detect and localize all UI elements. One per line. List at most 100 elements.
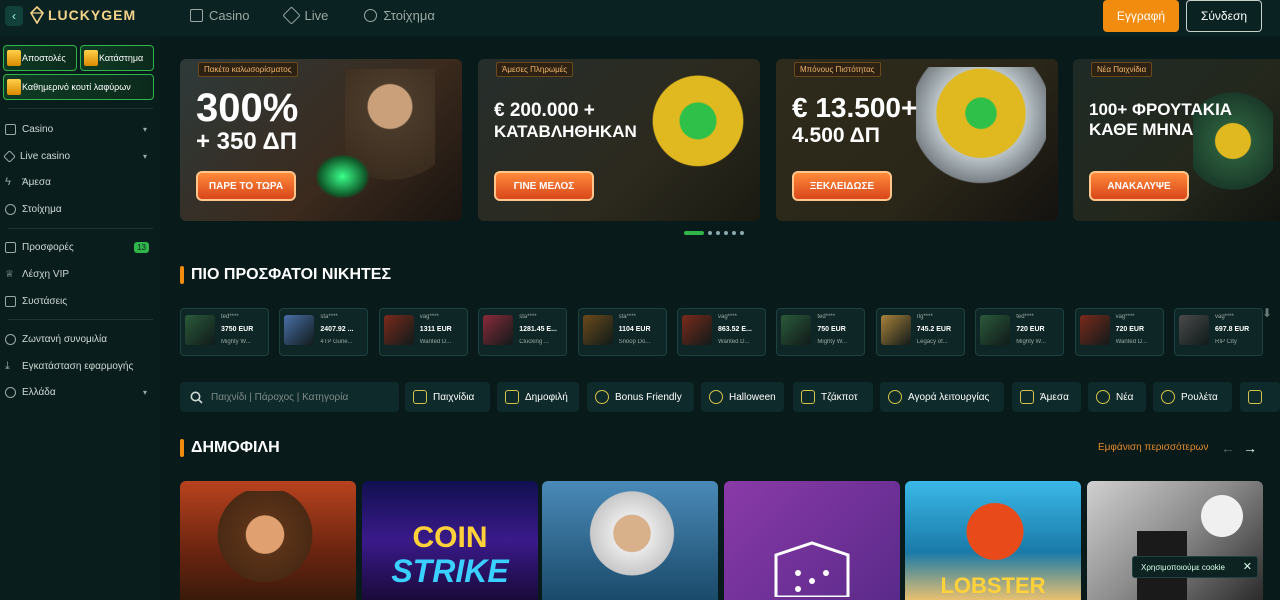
- carousel-dot[interactable]: [708, 231, 712, 235]
- sidebar-item-live-chat[interactable]: Ζωντανή συνομιλία: [5, 329, 155, 349]
- sidebar-item-label: Live casino: [20, 150, 71, 162]
- search-bar: [180, 382, 399, 412]
- winner-card[interactable]: ted**** 3750 EUR Mighty W...: [180, 308, 269, 356]
- winner-card[interactable]: ted**** 750 EUR Mighty W...: [776, 308, 866, 356]
- sidebar-item-promotions[interactable]: Προσφορές 13: [5, 237, 155, 257]
- winner-username: ted****: [221, 314, 239, 320]
- winner-game: RIP City: [1215, 339, 1237, 345]
- winner-amount: 863.52 E...: [718, 326, 752, 333]
- carousel-dot[interactable]: [732, 231, 736, 235]
- sidebar-item-casino[interactable]: Casino ▾: [5, 119, 155, 139]
- winner-card[interactable]: rig**** 745.2 EUR Legacy of...: [875, 308, 965, 356]
- sports-icon: [5, 203, 16, 215]
- carousel-dot[interactable]: [684, 231, 704, 235]
- winner-game: Mighty W...: [817, 339, 848, 345]
- banner-welcome[interactable]: Πακέτο καλωσορίσματος 300% + 350 ΔΠ ΠΑΡΕ…: [180, 59, 462, 221]
- banner-cta-button[interactable]: ΓΙΝΕ ΜΕΛΟΣ: [494, 171, 594, 201]
- chevron-down-icon: ▾: [142, 151, 147, 161]
- brand-name: LUCKYGEM: [48, 7, 137, 23]
- banner-payouts[interactable]: Άμεσες Πληρωμές € 200.000 + ΚΑΤΑΒΛΗΘΗΚΑΝ…: [478, 59, 760, 221]
- gem-icon: [30, 6, 44, 24]
- shop-tile[interactable]: Κατάστημα: [80, 45, 154, 71]
- topnav-live[interactable]: Live: [282, 6, 328, 25]
- winner-card[interactable]: vag**** 697.8 EUR RIP City: [1174, 308, 1263, 356]
- winner-card[interactable]: ted**** 720 EUR Mighty W...: [975, 308, 1065, 356]
- topnav-sports[interactable]: Στοίχημα: [364, 8, 435, 23]
- banner-cta-button[interactable]: ΠΑΡΕ ΤΟ ΤΩΡΑ: [196, 171, 296, 201]
- winner-card[interactable]: sta**** 1104 EUR Snoop Do...: [577, 308, 667, 356]
- game-card-poseidon[interactable]: [542, 481, 718, 600]
- winner-card[interactable]: sta**** 1281.45 E... Clucking ...: [478, 308, 568, 356]
- chip-pumpkin[interactable]: Halloween: [701, 382, 784, 412]
- game-card-rip-city[interactable]: [1087, 481, 1263, 600]
- chip-more[interactable]: [1240, 382, 1280, 412]
- winner-username: vag****: [419, 314, 439, 320]
- chip-roulette[interactable]: Ρουλέτα: [1153, 382, 1232, 412]
- sidebar-item-install-app[interactable]: ⤓ Εγκατάσταση εφαρμογής: [5, 356, 155, 376]
- game-card-coin-strike[interactable]: COIN STRIKE: [362, 481, 538, 600]
- register-button[interactable]: Εγγραφή: [1103, 0, 1179, 32]
- arrow-left-icon[interactable]: ←: [1221, 440, 1235, 456]
- chip-lightning[interactable]: Άμεσα: [1012, 382, 1081, 412]
- chip-star[interactable]: Νέα: [1088, 382, 1146, 412]
- chip-coins[interactable]: Αγορά λειτουργίας: [880, 382, 1004, 412]
- carousel-dot[interactable]: [740, 231, 744, 235]
- banner-loyalty[interactable]: Μπόνους Πιστότητας € 13.500+ 4.500 ΔΠ ΞΕ…: [776, 59, 1058, 221]
- sidebar-collapse-button[interactable]: ‹: [5, 6, 23, 26]
- crown-icon: ♕: [5, 268, 14, 280]
- promotions-count-badge: 13: [134, 241, 149, 253]
- live-icon: [3, 149, 16, 163]
- game-card-cowboy[interactable]: [180, 481, 356, 600]
- game-card-dice[interactable]: [724, 481, 900, 600]
- dice-icon: [413, 390, 427, 404]
- chip-smile[interactable]: Bonus Friendly: [587, 382, 694, 412]
- globe-icon: [5, 386, 16, 398]
- sidebar-item-sports[interactable]: Στοίχημα: [5, 199, 155, 219]
- sidebar-item-vip[interactable]: ♕ Λέσχη VIP: [5, 264, 155, 284]
- sidebar-item-language[interactable]: Ελλάδα ▾: [5, 382, 155, 402]
- winner-card[interactable]: vag**** 720 EUR Wanted D...: [1074, 308, 1164, 356]
- scroll-down-icon[interactable]: ⬇: [1262, 306, 1272, 320]
- sidebar-item-instant[interactable]: ϟ Άμεσα: [5, 172, 155, 192]
- banner-cta-button[interactable]: ΞΕΚΛΕΙΔΩΣΕ: [792, 171, 892, 201]
- sidebar-item-live-casino[interactable]: Live casino ▾: [3, 146, 155, 166]
- close-icon[interactable]: ✕: [1243, 560, 1252, 573]
- logo[interactable]: LUCKYGEM: [30, 6, 136, 24]
- missions-icon: [7, 50, 21, 66]
- banner-subheadline: 4.500 ΔΠ: [792, 124, 880, 147]
- banner-new-games[interactable]: Νέα Παιχνίδια 100+ ΦΡΟΥΤΑΚΙΑ ΚΑΘΕ ΜΗΝΑ Α…: [1073, 59, 1280, 221]
- loot-box-tile[interactable]: Καθημερινό κουτί λαφύρων: [3, 74, 154, 100]
- winners-heading: ΠΙΟ ΠΡΟΣΦΑΤΟΙ ΝΙΚΗΤΕΣ: [180, 266, 391, 284]
- carousel-dots: [684, 231, 744, 235]
- chip-jackpot[interactable]: Τζάκποτ: [793, 382, 873, 412]
- winner-game: Wanted D...: [419, 339, 452, 345]
- search-input[interactable]: [211, 391, 381, 403]
- winner-amount: 1104 EUR: [618, 326, 651, 333]
- winner-card[interactable]: vag**** 1311 EUR Wanted D...: [378, 308, 468, 356]
- show-more-link[interactable]: Εμφάνιση περισσότερων: [1098, 442, 1208, 453]
- topnav-casino[interactable]: Casino: [190, 8, 249, 23]
- chip-dice[interactable]: Παιχνίδια: [405, 382, 490, 412]
- winner-amount: 720 EUR: [1016, 326, 1045, 333]
- arrow-right-icon[interactable]: →: [1243, 440, 1257, 456]
- game-thumbnail: [383, 315, 414, 345]
- chip-trophy[interactable]: Δημοφιλή: [497, 382, 579, 412]
- tile-label: Καθημερινό κουτί λαφύρων: [22, 82, 131, 92]
- banner-cta-button[interactable]: ΑΝΑΚΑΛΥΨΕ: [1089, 171, 1189, 201]
- winner-card[interactable]: vag**** 863.52 E... Wanted D...: [677, 308, 766, 356]
- login-button[interactable]: Σύνδεση: [1186, 0, 1262, 32]
- carousel-dot[interactable]: [724, 231, 728, 235]
- divider: [8, 319, 153, 320]
- trophy-icon: [505, 390, 519, 404]
- winner-card[interactable]: sta**** 2407.92 ... 4TP Gune...: [279, 308, 369, 356]
- missions-tile[interactable]: Αποστολές: [3, 45, 77, 71]
- winner-game: 4TP Gune...: [320, 339, 353, 345]
- topnav-label: Στοίχημα: [383, 8, 435, 23]
- carousel-dot[interactable]: [716, 231, 720, 235]
- winner-username: sta****: [519, 314, 537, 320]
- sidebar-item-referrals[interactable]: Συστάσεις: [5, 291, 155, 311]
- winner-game: Clucking ...: [519, 339, 549, 345]
- sidebar-item-label: Ελλάδα: [22, 386, 56, 398]
- tile-label: Κατάστημα: [99, 53, 144, 63]
- game-card-lobster[interactable]: LOBSTER: [905, 481, 1081, 600]
